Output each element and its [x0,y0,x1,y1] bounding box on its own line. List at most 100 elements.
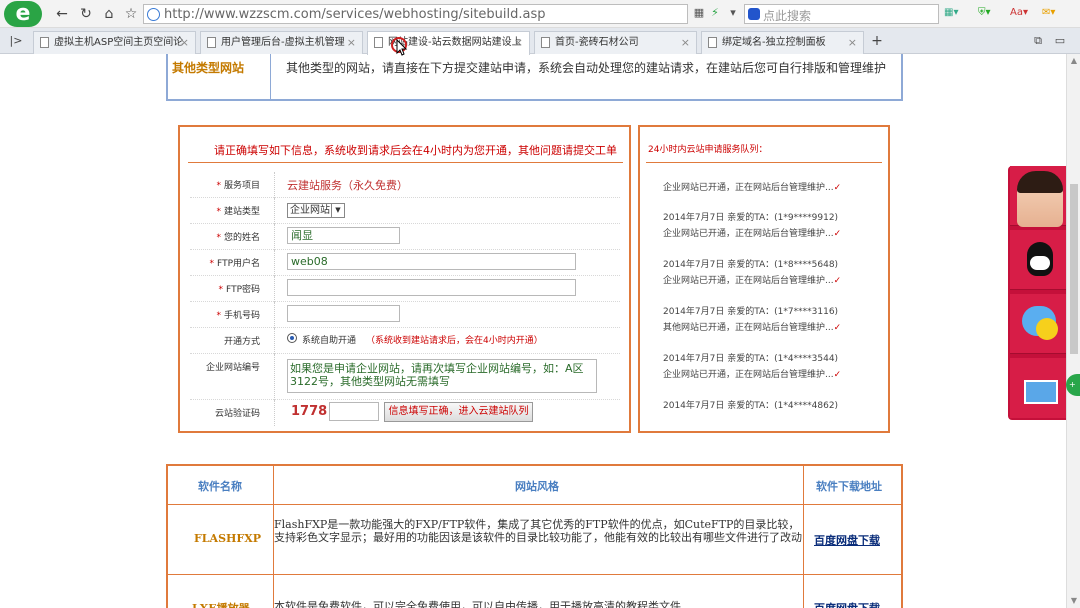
chat-button[interactable] [1010,294,1066,354]
ftp-user-field[interactable]: web08 [287,253,576,270]
download-link[interactable]: 百度网盘下载 [814,532,880,548]
star-icon[interactable]: ☆ [121,4,141,24]
auto-open-label: 系统自助开通 [302,336,357,346]
type-label: * 建站类型 [216,207,260,217]
close-icon[interactable]: × [681,32,690,53]
phone-field[interactable] [287,305,400,322]
search-box[interactable]: 点此搜索 [744,4,939,24]
download-link[interactable]: 百度网盘下载 [814,600,880,608]
customer-service-button[interactable] [1010,166,1066,227]
page-icon [541,37,550,48]
divider [168,574,901,575]
site-build-form: 请正确填写如下信息，系统收到请求后会在4小时内为您开通，其他问题请提交工单 * 服… [178,125,631,433]
address-url: http://www.wzzscm.com/services/webhostin… [164,7,546,22]
close-icon[interactable]: × [347,32,356,53]
form-header: 请正确填写如下信息，系统收到请求后会在4小时内为您开通，其他问题请提交工单 [214,144,617,157]
restore-tab-icon[interactable]: ⧉ [1028,31,1048,51]
row-site-code: 企业网站编号 如果您是申请企业网站，请再次填写企业网站编号，如：A区3122号，… [190,354,620,400]
address-bar[interactable]: http://www.wzzscm.com/services/webhostin… [143,4,688,24]
chevron-down-icon[interactable]: ▾ [726,6,740,20]
back-icon[interactable]: ← [52,4,72,24]
translate-icon[interactable]: Aa▾ [1010,5,1028,21]
tab-label: 首页-瓷砖石材公司 [555,37,639,48]
divider [274,276,275,302]
row-name: * 您的姓名 闻显 [190,224,620,250]
service-label: * 服务项目 [216,181,260,191]
scroll-thumb[interactable] [1070,184,1078,354]
page-icon [708,37,717,48]
mail-button[interactable] [1010,358,1066,418]
ftp-pass-field[interactable] [287,279,576,296]
queue-status: 企业网站已开通，正在网站后台管理维护...✓ [663,276,842,286]
smile-icon [1036,318,1058,340]
qq-button[interactable] [1010,230,1066,290]
row-type: * 建站类型 企业网站 ▼ [190,198,620,224]
globe-icon [147,8,160,21]
extension-icon[interactable]: ✉▾ [1042,5,1055,21]
software-table: 软件名称 网站风格 软件下载地址 FLASHFXP FlashFXP是一款功能强… [166,464,903,608]
lightning-icon[interactable]: ⚡ [708,6,722,20]
queue-date: 2014年7月7日 亲爱的TA：(1*8****5648) [663,260,839,270]
ftp-pass-label: * FTP密码 [218,285,260,295]
queue-status: 其他网站已开通，正在网站后台管理维护...✓ [663,323,842,333]
tab-home-tile[interactable]: 首页-瓷砖石材公司 × [534,31,697,54]
tab-label: 绑定域名-独立控制面板 [722,37,826,48]
divider [274,224,275,250]
chevron-down-icon[interactable]: ▼ [331,204,344,217]
captcha-label: 云站验证码 [214,409,260,419]
page-icon [207,37,216,48]
browser-logo-icon[interactable]: e [4,1,42,27]
col-download: 软件下载地址 [816,480,882,493]
close-icon[interactable]: × [848,32,857,53]
floating-contact-bar [1008,166,1066,420]
queue-date: 2014年7月7日 亲爱的TA：(1*4****4862) [663,401,839,411]
queue-date: 2014年7月7日 亲爱的TA：(1*4****3544) [663,354,839,364]
tab-user-admin[interactable]: 用户管理后台-虚拟主机管理 × [200,31,363,54]
scroll-down-icon[interactable]: ▼ [1070,597,1078,605]
qrcode-icon[interactable]: ▦ [692,6,706,20]
scrollbar[interactable]: ▲ ▼ [1066,54,1080,608]
scroll-up-icon[interactable]: ▲ [1070,57,1078,65]
software-name: LXE播放器 [192,600,250,608]
mouse-cursor-icon [391,37,408,56]
divider [274,400,275,426]
site-type-select[interactable]: 企业网站 ▼ [287,203,345,218]
col-site-style: 网站风格 [515,480,559,493]
divider [274,354,275,400]
captcha-input[interactable] [329,402,379,421]
browser-toolbar: e ← ↻ ⌂ ☆ http://www.wzzscm.com/services… [0,0,1080,28]
new-tab-icon[interactable]: + [867,31,887,51]
tab-bind-domain[interactable]: 绑定域名-独立控制面板 × [701,31,864,54]
close-icon[interactable]: × [180,32,189,53]
page-icon [40,37,49,48]
site-code-textarea[interactable]: 如果您是申请企业网站，请再次填写企业网站编号，如：A区3122号，其他类型网站无… [287,359,597,393]
shield-icon[interactable]: ⛨▾ [978,5,991,21]
tab-virtual-host[interactable]: 虚拟主机ASP空间主页空间论 × [33,31,196,54]
auto-open-note: （系统收到建站请求后，会在4小时内开通） [366,336,543,346]
home-icon[interactable]: ⌂ [99,4,119,24]
name-field[interactable]: 闻显 [287,227,400,244]
auto-open-radio[interactable] [287,333,297,343]
tab-menu-icon[interactable]: ▭ [1050,31,1070,51]
software-name: FLASHFXP [194,532,262,545]
tab-label: 虚拟主机ASP空间主页空间论 [54,37,184,48]
page-content: 其他类型网站 其他类型的网站，请直接在下方提交建站申请，系统会自动处理您的建站请… [0,54,1066,608]
search-input[interactable]: 点此搜索 [763,7,811,24]
software-desc: 本软件是免费软件，可以完全免费使用，可以自由传播，用于播放高清的教程类文件 [274,600,681,608]
row-captcha: 云站验证码 1778 信息填写正确，进入云建站队列 [190,400,620,426]
queue-date: 2014年7月7日 亲爱的TA：(1*7****3116) [663,307,839,317]
close-icon[interactable]: × [514,32,523,53]
submit-button[interactable]: 信息填写正确，进入云建站队列 [384,402,533,422]
open-mode-label: 开通方式 [223,337,260,347]
queue-date: 2014年7月7日 亲爱的TA：(1*9****9912) [663,213,839,223]
sidebar-toggle-icon[interactable]: |> [6,31,26,51]
avatar-hair [1017,171,1063,193]
row-ftp-user: * FTP用户名 web08 [190,250,620,276]
captcha-code: 1778 [291,404,328,419]
refresh-icon[interactable]: ↻ [76,4,96,24]
col-software-name: 软件名称 [198,480,242,493]
site-type-text: 其他类型的网站，请直接在下方提交建站申请，系统会自动处理您的建站请求，在建站后您… [286,61,887,75]
queue-status: 企业网站已开通，正在网站后台管理维护...✓ [663,183,842,193]
select-value: 企业网站 [290,205,330,216]
apps-icon[interactable]: ▦▾ [944,5,958,21]
